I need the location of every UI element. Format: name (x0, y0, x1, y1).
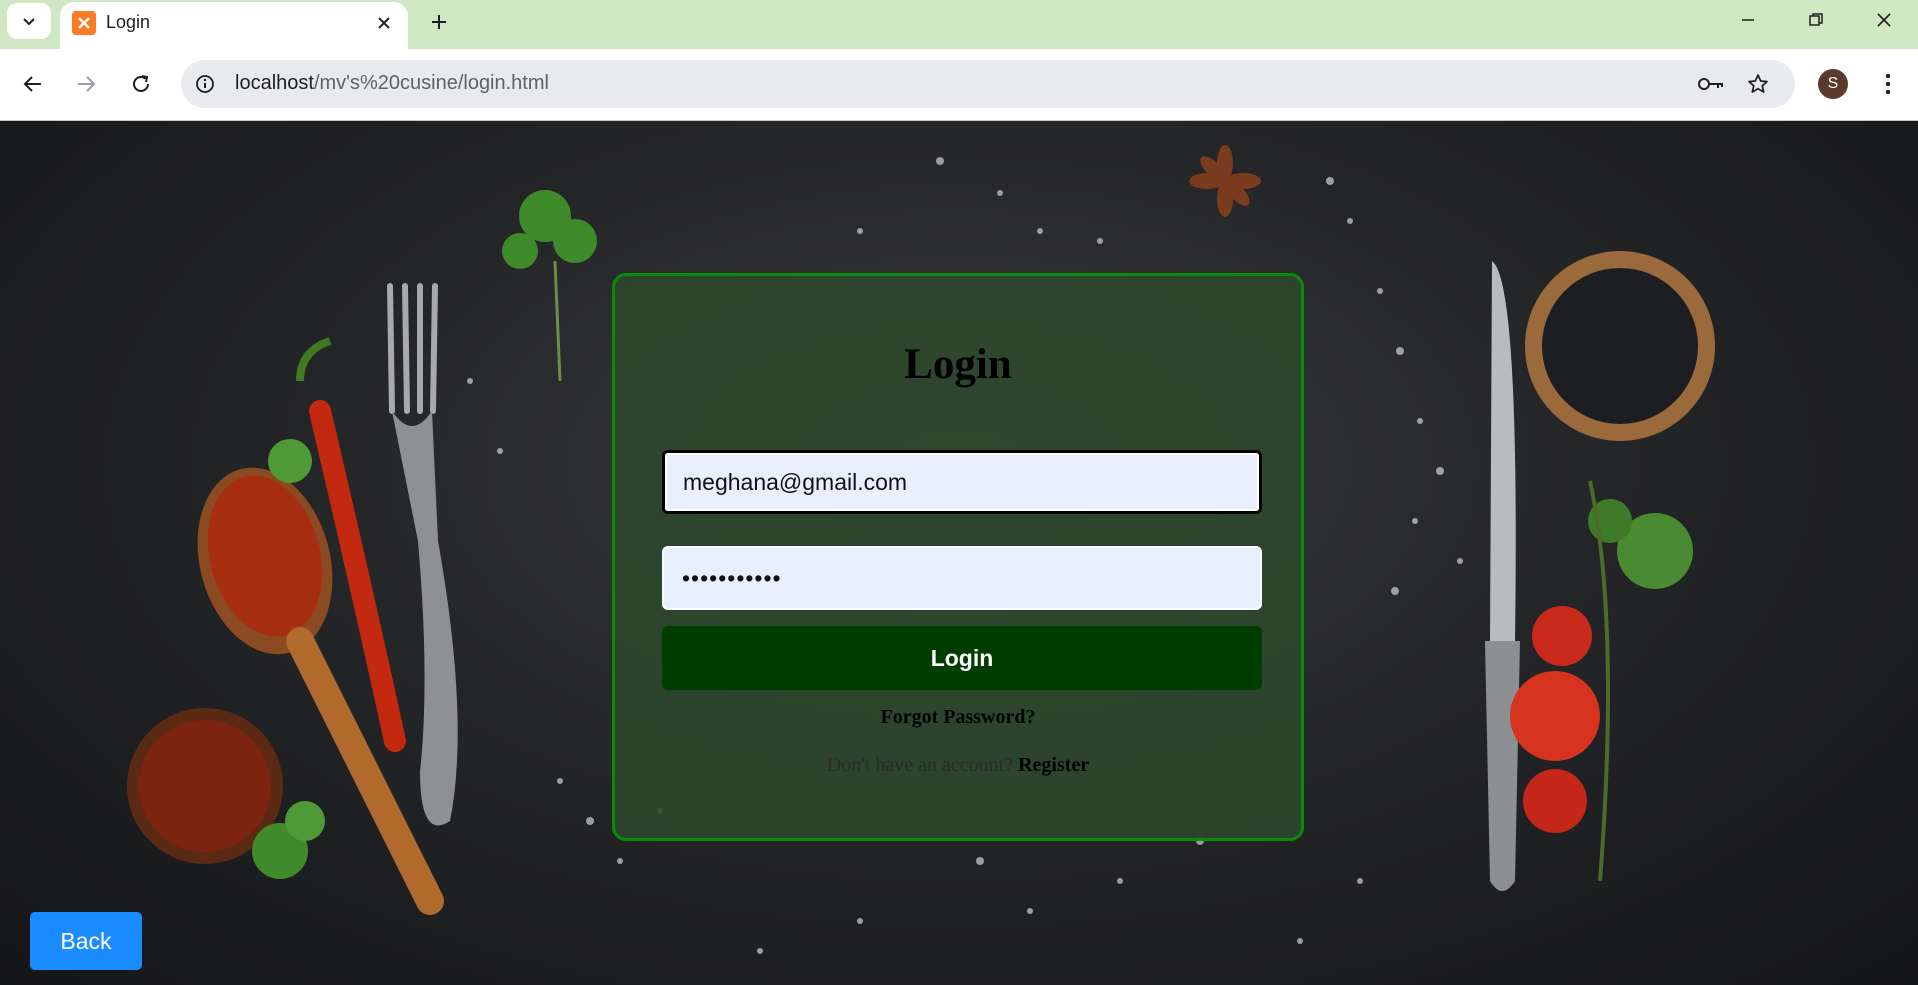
profile-avatar[interactable]: S (1818, 69, 1848, 99)
no-account-text: Don't have an account? (826, 754, 1019, 776)
chevron-down-icon (23, 18, 35, 26)
login-heading: Login (904, 341, 1012, 388)
password-key-icon[interactable] (1697, 71, 1725, 97)
tab-search-button[interactable] (7, 3, 51, 39)
url-text: localhost/mv's%20cusine/login.html (235, 72, 549, 95)
email-field[interactable]: meghana@gmail.com (662, 450, 1262, 514)
tab-strip: Login (0, 0, 1918, 49)
forward-arrow-icon[interactable] (69, 67, 103, 101)
forgot-password-link[interactable]: Forgot Password? (615, 706, 1301, 729)
site-info-icon[interactable] (193, 72, 217, 96)
login-button[interactable]: Login (662, 626, 1262, 690)
register-prompt: Don't have an account? Register (615, 754, 1301, 777)
tab-login[interactable]: Login (60, 2, 408, 49)
bookmark-star-icon[interactable] (1745, 71, 1771, 97)
minimize-icon[interactable] (1720, 0, 1776, 40)
address-bar[interactable]: localhost/mv's%20cusine/login.html (181, 60, 1795, 108)
url-host: localhost (235, 72, 314, 94)
more-menu-icon[interactable] (1872, 67, 1904, 101)
back-button[interactable]: Back (30, 912, 142, 970)
url-path: /mv's%20cusine/login.html (313, 72, 549, 94)
browser-toolbar: localhost/mv's%20cusine/login.html S (0, 49, 1918, 121)
restore-icon[interactable] (1788, 0, 1844, 40)
close-window-icon[interactable] (1856, 0, 1912, 40)
register-link[interactable]: Register (1018, 754, 1089, 776)
xampp-favicon-icon (72, 11, 96, 35)
back-arrow-icon[interactable] (16, 67, 50, 101)
reload-icon[interactable] (124, 67, 158, 101)
tab-close-icon[interactable] (372, 11, 396, 35)
new-tab-icon[interactable] (424, 7, 454, 37)
login-card: Login meghana@gmail.com ••••••••••• Logi… (612, 273, 1304, 841)
login-page: Login meghana@gmail.com ••••••••••• Logi… (0, 121, 1918, 985)
password-field[interactable]: ••••••••••• (662, 546, 1262, 610)
tab-title: Login (106, 12, 151, 32)
